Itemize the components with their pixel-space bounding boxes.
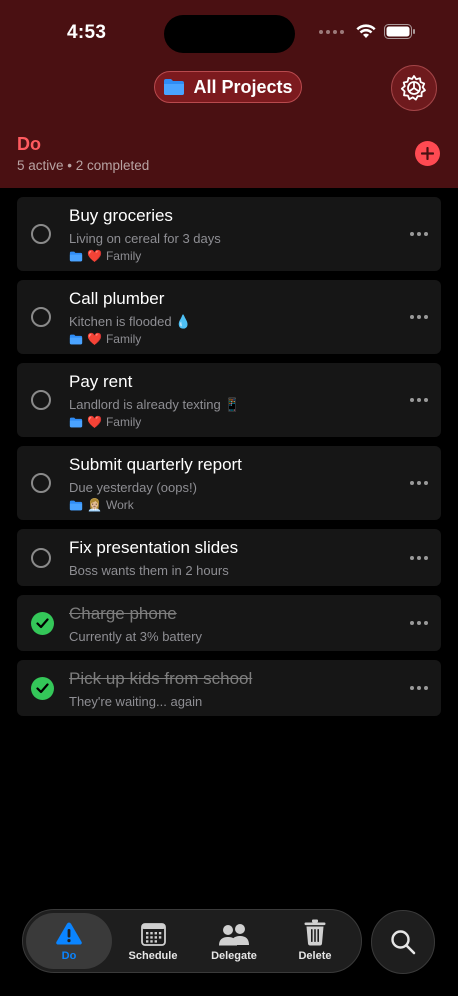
signal-icon bbox=[319, 29, 344, 34]
project-name: Family bbox=[105, 415, 142, 429]
task-note: Currently at 3% battery bbox=[69, 629, 202, 644]
trash-icon bbox=[304, 919, 326, 946]
task-note: Landlord is already texting 📱 bbox=[69, 397, 241, 412]
more-options-icon[interactable] bbox=[410, 232, 428, 236]
task-checkbox[interactable] bbox=[31, 473, 51, 493]
tab-label: Schedule bbox=[128, 950, 178, 962]
people-icon bbox=[219, 924, 249, 946]
task-title: Pay rent bbox=[69, 372, 133, 391]
folder-icon bbox=[69, 334, 83, 344]
tab-bar: Do Schedule Delegate Delete bbox=[22, 909, 362, 973]
task-title: Pick up kids from school bbox=[69, 669, 253, 688]
project-selector-label: All Projects bbox=[193, 76, 293, 97]
task-title: Buy groceries bbox=[69, 206, 173, 225]
gear-icon bbox=[400, 75, 426, 101]
task-card[interactable]: Submit quarterly report Due yesterday (o… bbox=[17, 446, 441, 520]
section-title: Do bbox=[17, 134, 41, 154]
task-card[interactable]: Fix presentation slides Boss wants them … bbox=[17, 529, 441, 586]
task-note: Living on cereal for 3 days bbox=[69, 231, 221, 246]
project-emoji: 👩🏼‍💼 bbox=[87, 498, 102, 512]
search-icon bbox=[391, 930, 416, 955]
warning-icon bbox=[56, 922, 82, 945]
more-options-icon[interactable] bbox=[410, 315, 428, 319]
task-checkbox[interactable] bbox=[31, 548, 51, 568]
task-title: Charge phone bbox=[69, 604, 177, 623]
tab-label: Delegate bbox=[211, 950, 257, 962]
tab-do[interactable]: Do bbox=[26, 913, 112, 969]
task-project: 👩🏼‍💼 Work bbox=[69, 498, 134, 512]
project-name: Family bbox=[105, 332, 142, 346]
task-checkbox[interactable] bbox=[31, 224, 51, 244]
task-checkbox[interactable] bbox=[31, 390, 51, 410]
task-checkbox[interactable] bbox=[31, 307, 51, 327]
calendar-icon bbox=[140, 923, 166, 946]
settings-button[interactable] bbox=[391, 65, 437, 111]
folder-icon bbox=[69, 500, 83, 510]
more-options-icon[interactable] bbox=[410, 621, 428, 625]
task-card-completed[interactable]: Pick up kids from school They're waiting… bbox=[17, 660, 441, 716]
wifi-icon bbox=[356, 24, 376, 38]
task-card-completed[interactable]: Charge phone Currently at 3% battery bbox=[17, 595, 441, 651]
task-title: Call plumber bbox=[69, 289, 165, 308]
project-emoji: ❤️ bbox=[87, 249, 102, 263]
task-note: Due yesterday (oops!) bbox=[69, 480, 197, 495]
add-task-button[interactable] bbox=[415, 141, 440, 166]
more-options-icon[interactable] bbox=[410, 481, 428, 485]
folder-icon bbox=[69, 417, 83, 427]
tab-delegate[interactable]: Delegate bbox=[191, 913, 277, 969]
more-options-icon[interactable] bbox=[410, 556, 428, 560]
more-options-icon[interactable] bbox=[410, 398, 428, 402]
folder-icon bbox=[164, 79, 185, 95]
tab-label: Do bbox=[61, 950, 77, 962]
task-project: ❤️ Family bbox=[69, 415, 141, 429]
folder-icon bbox=[69, 251, 83, 261]
project-emoji: ❤️ bbox=[87, 415, 102, 429]
checkmark-icon[interactable] bbox=[31, 677, 54, 700]
more-options-icon[interactable] bbox=[410, 686, 428, 690]
tab-delete[interactable]: Delete bbox=[272, 913, 358, 969]
plus-icon bbox=[421, 147, 434, 160]
task-title: Submit quarterly report bbox=[69, 455, 242, 474]
project-name: Work bbox=[105, 498, 134, 512]
project-emoji: ❤️ bbox=[87, 332, 102, 346]
section-summary: 5 active • 2 completed bbox=[17, 158, 150, 173]
task-card[interactable]: Call plumber Kitchen is flooded 💧 ❤️ Fam… bbox=[17, 280, 441, 354]
tab-schedule[interactable]: Schedule bbox=[110, 913, 196, 969]
search-button[interactable] bbox=[371, 910, 435, 974]
battery-icon bbox=[384, 24, 415, 39]
task-project: ❤️ Family bbox=[69, 332, 141, 346]
task-card[interactable]: Buy groceries Living on cereal for 3 day… bbox=[17, 197, 441, 271]
checkmark-icon[interactable] bbox=[31, 612, 54, 635]
task-project: ❤️ Family bbox=[69, 249, 141, 263]
dynamic-island bbox=[164, 15, 295, 53]
task-title: Fix presentation slides bbox=[69, 538, 239, 557]
task-note: Boss wants them in 2 hours bbox=[69, 563, 229, 578]
task-note: They're waiting... again bbox=[69, 694, 203, 709]
task-note: Kitchen is flooded 💧 bbox=[69, 314, 192, 329]
status-time: 4:53 bbox=[67, 22, 107, 43]
project-selector-button[interactable]: All Projects bbox=[154, 71, 302, 103]
status-icons bbox=[319, 24, 416, 39]
header: 4:53 All Projects Do 5 active • 2 comple… bbox=[0, 0, 458, 188]
tab-label: Delete bbox=[298, 950, 332, 962]
task-card[interactable]: Pay rent Landlord is already texting 📱 ❤… bbox=[17, 363, 441, 437]
project-name: Family bbox=[105, 249, 142, 263]
